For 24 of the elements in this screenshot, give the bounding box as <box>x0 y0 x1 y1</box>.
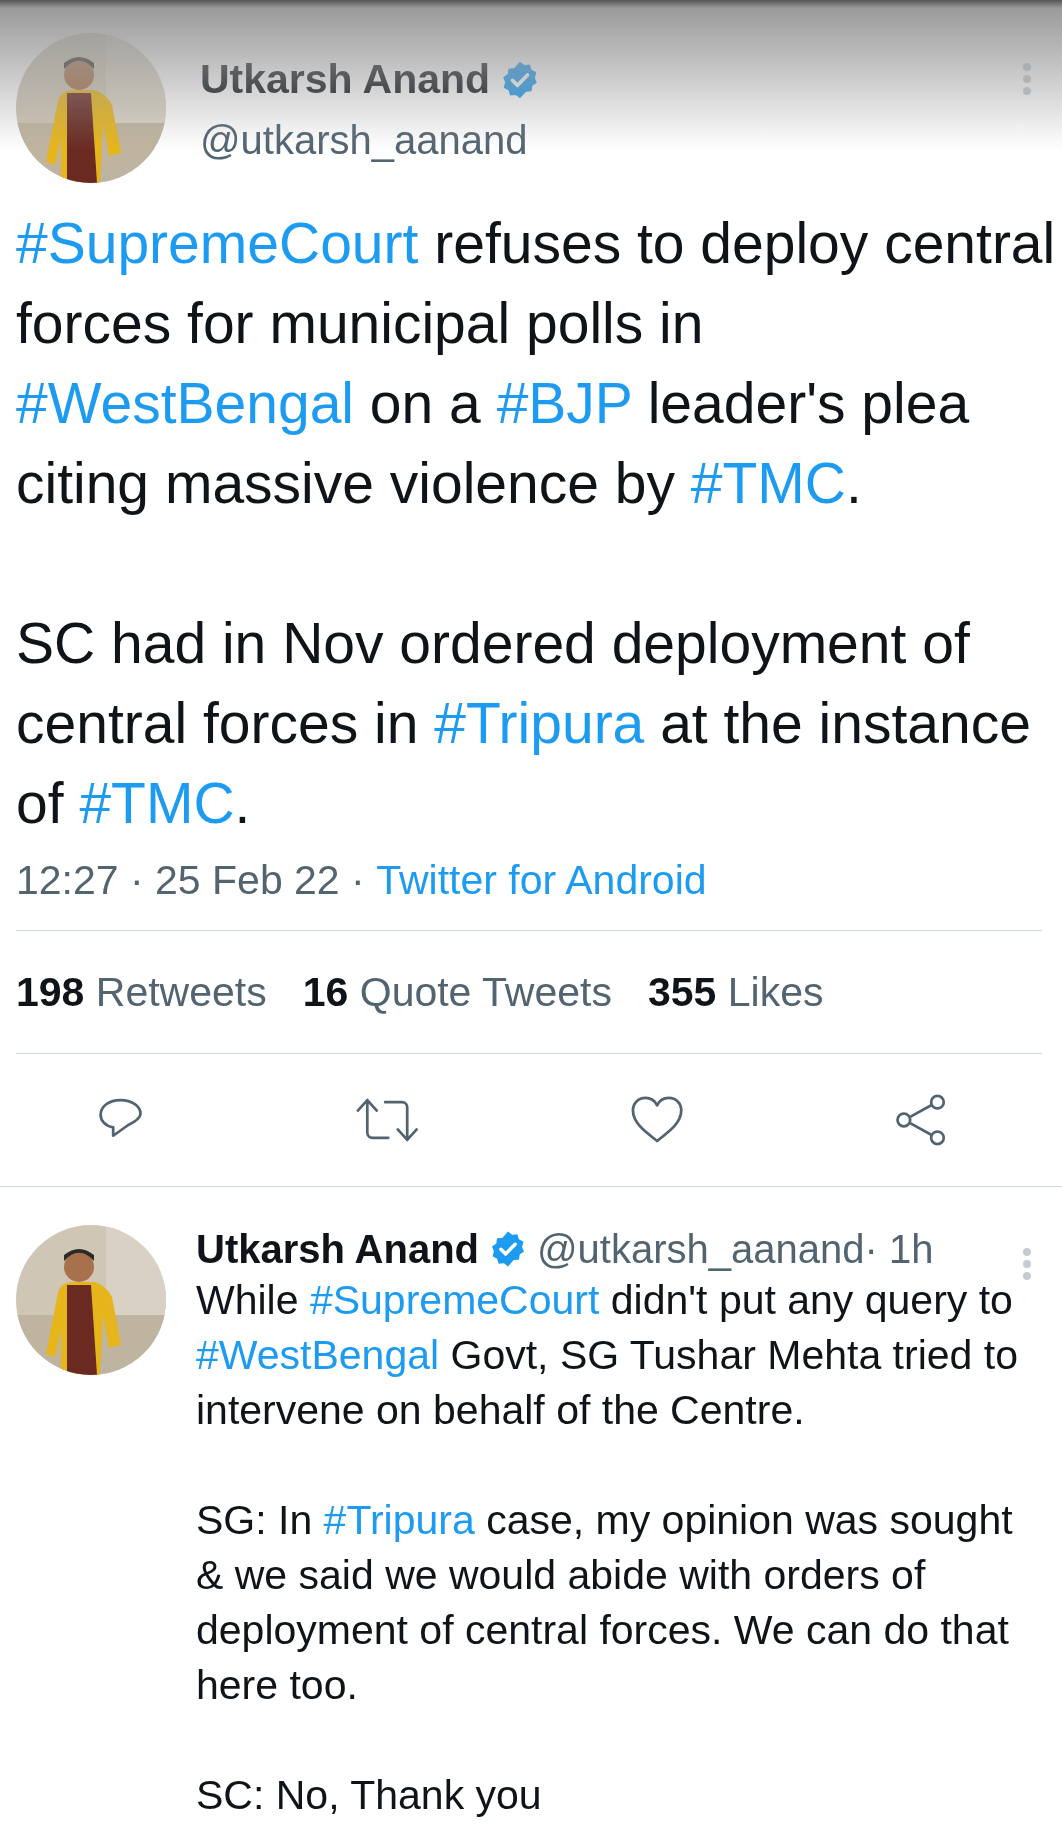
author-handle[interactable]: @utkarsh_aanand <box>200 116 1042 165</box>
tweet-source-link[interactable]: Twitter for Android <box>376 857 707 904</box>
hashtag-link[interactable]: #SupremeCourt <box>16 211 419 275</box>
reply-age: · 1h <box>864 1226 934 1273</box>
hashtag-link[interactable]: #BJP <box>496 371 632 435</box>
tweet-text: While #SupremeCourt didn't put any query to #WestBengal Govt, SG Tushar Mehta tried to intervene on behalf of the Centre. <box>196 1276 1019 1435</box>
author-name[interactable]: Utkarsh Anand <box>196 1225 479 1273</box>
hashtag-link[interactable]: #TMC <box>690 451 846 515</box>
tweet-text: SC: No, Thank you <box>196 1771 543 1820</box>
tweet-timestamp: 12:27 · 25 Feb 22 · <box>16 857 366 904</box>
engagement-stat[interactable]: 355 Likes <box>647 968 824 1016</box>
tweet-text: SG: In #Tripura case, my opinion was sought & we said we would abide with orders of deployment of central forces. We can do that here too. <box>196 1496 1014 1710</box>
engagement-stat[interactable]: 198 Retweets <box>16 968 267 1016</box>
hashtag-link[interactable]: #WestBengal <box>196 1332 440 1378</box>
author-handle[interactable]: @utkarsh_aanand <box>537 1225 865 1273</box>
hashtag-link[interactable]: #SupremeCourt <box>309 1277 600 1323</box>
hashtag-link[interactable]: #Tripura <box>323 1497 475 1543</box>
hashtag-link[interactable]: #TMC <box>79 771 235 835</box>
hashtag-link[interactable]: #WestBengal <box>16 371 354 435</box>
tweet-text: #SupremeCourt refuses to deploy central forces for municipal polls in #WestBengal on a #BJP leader's plea citing massive violence by #TMC. <box>16 210 1056 517</box>
engagement-stat[interactable]: 16 Quote Tweets <box>302 968 612 1016</box>
author-name[interactable]: Utkarsh Anand <box>200 55 491 105</box>
hashtag-link[interactable]: #Tripura <box>434 691 645 755</box>
tweet-text: SC had in Nov ordered deployment of central forces in #Tripura at the instance of #TMC. <box>16 610 1032 837</box>
